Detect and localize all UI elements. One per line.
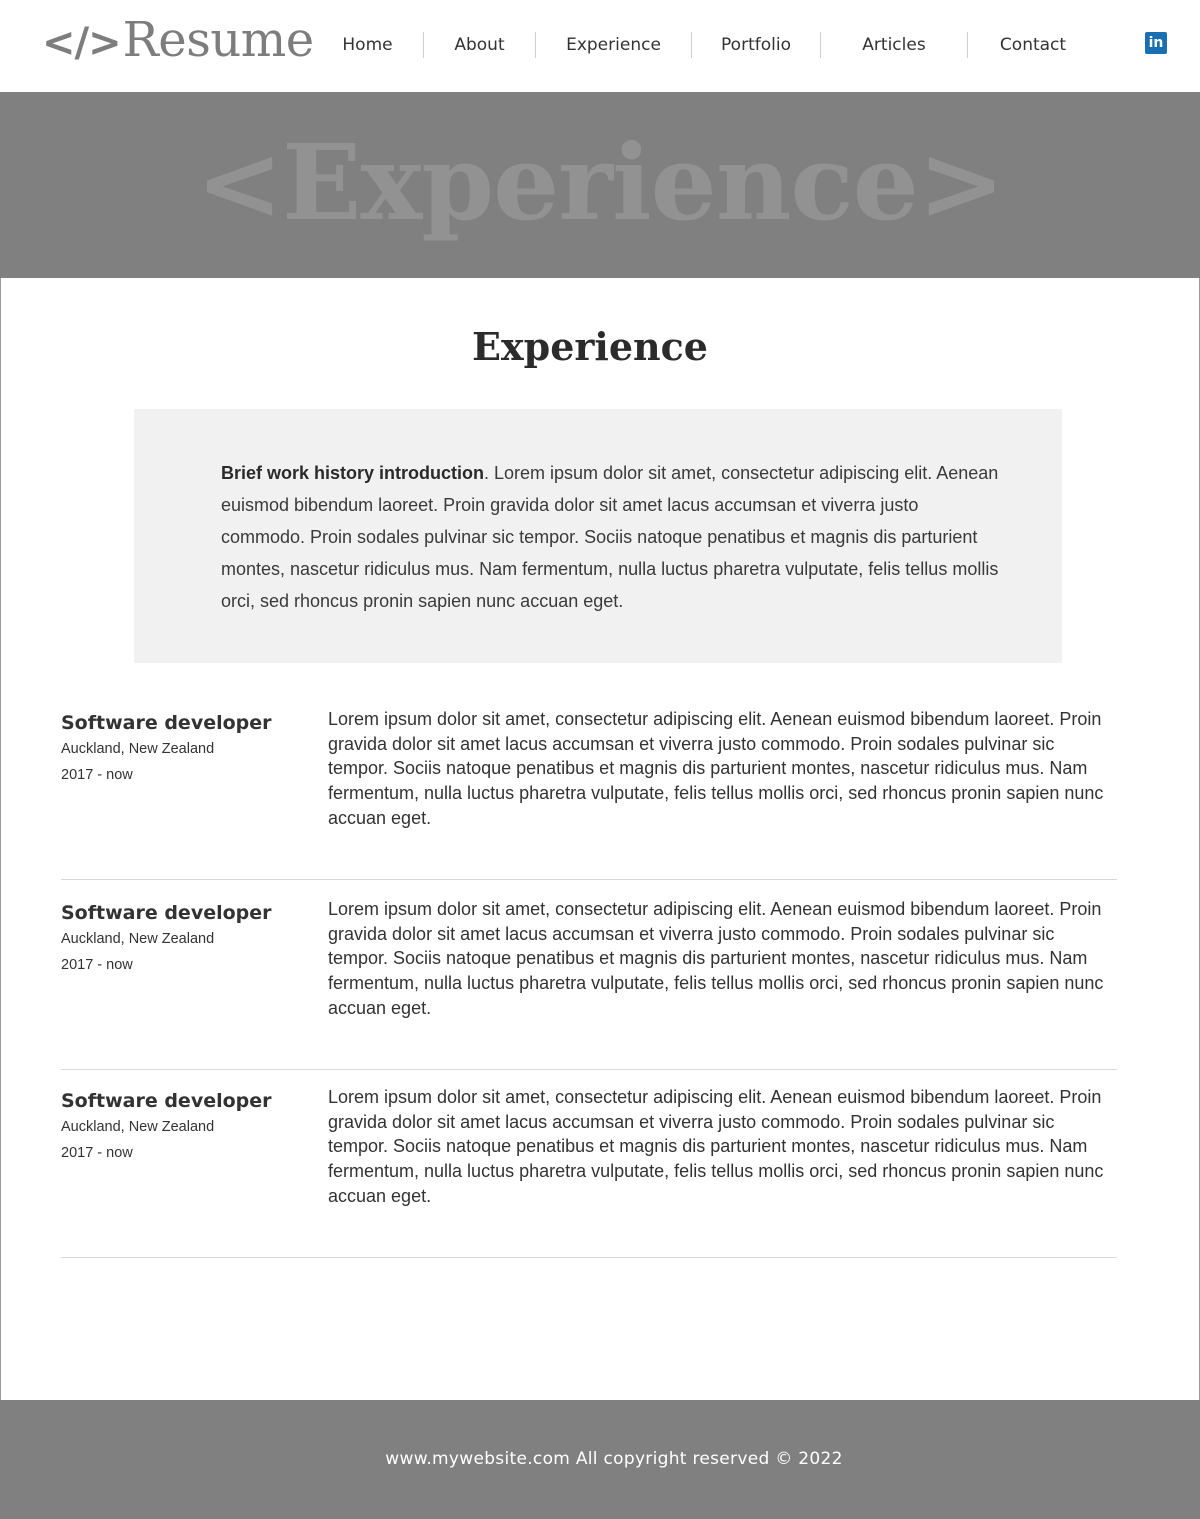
logo-text: Resume <box>122 12 315 68</box>
job-location: Auckland, New Zealand <box>61 741 215 757</box>
job-description: Lorem ipsum dolor sit amet, consectetur … <box>328 899 1104 1018</box>
page-banner: <Experience> <box>0 92 1200 278</box>
site-footer: www.mywebsite.com All copyright reserved… <box>0 1400 1200 1519</box>
site-header: </> Resume Home About Experience Portfol… <box>0 0 1200 92</box>
code-icon: </> <box>42 20 122 66</box>
job-title: Software developer <box>61 712 272 734</box>
entry-meta: Software developer Auckland, New Zealand… <box>61 710 311 788</box>
entry-meta: Software developer Auckland, New Zealand… <box>61 900 311 978</box>
job-location: Auckland, New Zealand <box>61 931 215 947</box>
experience-entry: Software developer Auckland, New Zealand… <box>61 690 1117 880</box>
job-description: Lorem ipsum dolor sit amet, consectetur … <box>328 709 1104 828</box>
nav-item-about[interactable]: About <box>424 30 535 60</box>
site-logo[interactable]: </> Resume <box>42 10 314 70</box>
experience-entry: Software developer Auckland, New Zealand… <box>61 880 1117 1070</box>
job-dates: 2017 - now <box>61 957 133 973</box>
main-nav: Home About Experience Portfolio Articles… <box>312 30 1098 60</box>
nav-item-portfolio[interactable]: Portfolio <box>692 30 820 60</box>
intro-text: Brief work history introduction. Lorem i… <box>221 457 1001 617</box>
nav-item-articles[interactable]: Articles <box>821 30 967 60</box>
nav-item-experience[interactable]: Experience <box>536 30 691 60</box>
intro-box: Brief work history introduction. Lorem i… <box>134 409 1062 663</box>
nav-item-home[interactable]: Home <box>312 30 423 60</box>
job-dates: 2017 - now <box>61 1145 133 1161</box>
intro-lead: Brief work history introduction <box>221 463 485 483</box>
page-title: Experience <box>472 324 708 369</box>
intro-body: . Lorem ipsum dolor sit amet, consectetu… <box>221 463 999 611</box>
job-dates: 2017 - now <box>61 767 133 783</box>
nav-item-contact[interactable]: Contact <box>968 30 1098 60</box>
job-description: Lorem ipsum dolor sit amet, consectetur … <box>328 1087 1104 1206</box>
experience-list: Software developer Auckland, New Zealand… <box>61 690 1117 1258</box>
footer-copyright: www.mywebsite.com All copyright reserved… <box>385 1449 843 1469</box>
banner-title: <Experience> <box>195 121 1005 244</box>
job-title: Software developer <box>61 902 272 924</box>
linkedin-icon[interactable]: in <box>1145 32 1167 54</box>
experience-entry: Software developer Auckland, New Zealand… <box>61 1070 1117 1258</box>
job-title: Software developer <box>61 1090 272 1112</box>
job-location: Auckland, New Zealand <box>61 1119 215 1135</box>
entry-meta: Software developer Auckland, New Zealand… <box>61 1088 311 1166</box>
